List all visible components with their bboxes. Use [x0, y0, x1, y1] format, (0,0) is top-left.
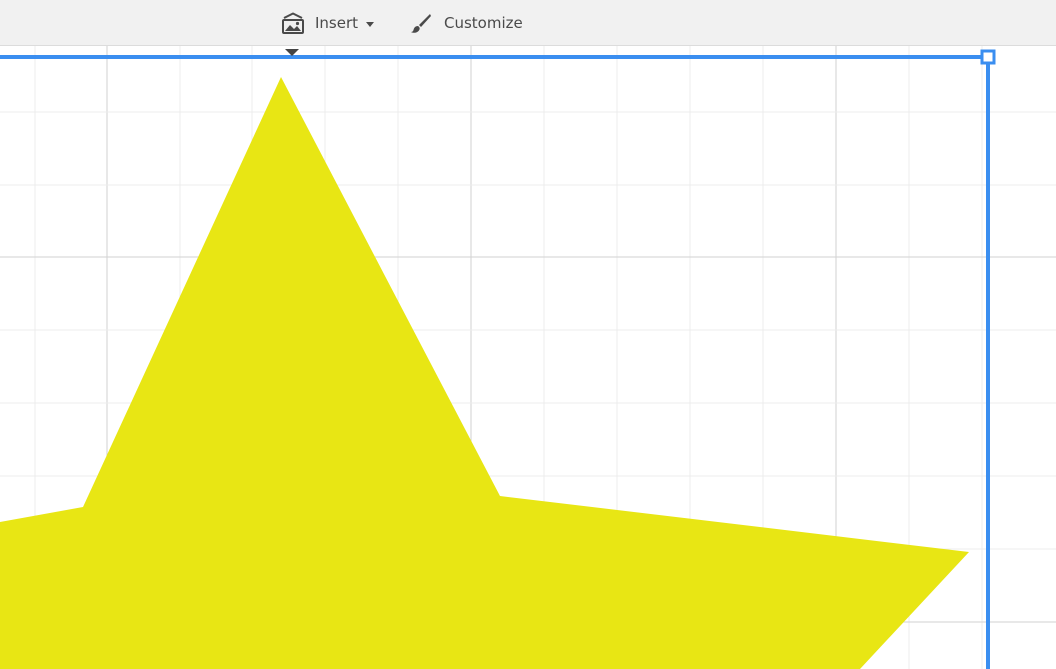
- resize-handle[interactable]: [980, 49, 996, 65]
- customize-button[interactable]: Customize: [410, 10, 523, 36]
- star-shape[interactable]: [0, 77, 969, 669]
- chevron-down-icon: [366, 21, 375, 27]
- top-toolbar: Insert Customize: [0, 0, 1056, 46]
- insert-button[interactable]: Insert: [281, 10, 375, 36]
- insert-pointer-icon: [285, 49, 299, 56]
- customize-label: Customize: [444, 14, 523, 32]
- design-canvas[interactable]: [0, 46, 1056, 669]
- paintbrush-icon: [410, 12, 432, 34]
- editor-app: Insert Customize: [0, 0, 1056, 669]
- insert-label: Insert: [315, 14, 359, 32]
- insert-image-icon: [281, 12, 305, 34]
- canvas-drawing: [0, 46, 1056, 669]
